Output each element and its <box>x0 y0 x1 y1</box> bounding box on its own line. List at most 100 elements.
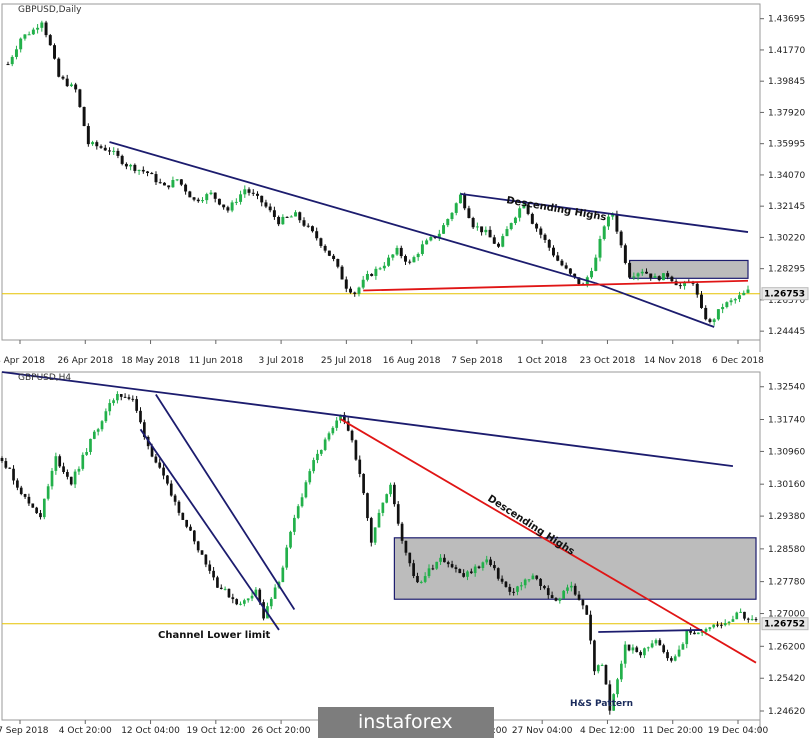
candle-body <box>53 45 56 59</box>
x-tick-label: 1 Oct 2018 <box>517 356 567 366</box>
candle-body <box>306 225 310 227</box>
candle-body <box>108 403 112 412</box>
y-tick-label: 1.30960 <box>768 447 805 457</box>
candle-body <box>208 564 212 571</box>
candle-body <box>177 501 181 513</box>
candle-body <box>353 292 357 294</box>
candle-body <box>272 210 276 217</box>
candle-body <box>204 554 208 565</box>
candle-body <box>179 179 183 185</box>
candle-body <box>27 496 31 504</box>
candle-body <box>100 421 104 430</box>
candle-body <box>264 202 268 207</box>
candle-body <box>294 212 298 217</box>
x-tick-label: 27 Sep 2018 <box>0 726 49 736</box>
x-tick-label: 19 Dec 04:00 <box>708 726 769 736</box>
candle-body <box>349 288 352 293</box>
candle-body <box>316 453 319 461</box>
candle-body <box>0 457 4 462</box>
candle-body <box>308 471 312 483</box>
candle-body <box>750 619 754 621</box>
candle-body <box>104 411 108 422</box>
candle-body <box>481 562 485 569</box>
candle-body <box>235 599 239 605</box>
x-tick-label: 11 Dec 20:00 <box>642 726 703 736</box>
candle-body <box>378 268 382 270</box>
candle-body <box>369 518 373 543</box>
candle-body <box>58 456 62 467</box>
candle-body <box>116 394 119 401</box>
candle-body <box>340 266 344 280</box>
candle-body <box>602 226 606 239</box>
candle-body <box>354 440 358 460</box>
candle-body <box>400 523 404 541</box>
candle-body <box>581 599 585 606</box>
x-tick-label: 16 Aug 2018 <box>383 356 441 366</box>
candle-body <box>631 647 635 651</box>
y-tick-label: 1.39845 <box>768 77 805 87</box>
candle-body <box>175 179 179 181</box>
candle-body <box>91 142 95 145</box>
current-price-label: 1.26752 <box>764 620 805 630</box>
candle-body <box>619 231 623 246</box>
candle-body <box>336 259 340 267</box>
candle-body <box>530 213 534 224</box>
candle-body <box>256 193 259 196</box>
candle-body <box>754 619 758 621</box>
candle-body <box>234 201 238 203</box>
y-tick-label: 1.24620 <box>768 707 805 717</box>
candle-body <box>167 185 171 188</box>
y-tick-label: 1.24445 <box>768 327 805 337</box>
x-tick-label: 26 Apr 2018 <box>57 356 113 366</box>
candle-body <box>399 247 403 257</box>
candle-body <box>429 237 433 241</box>
instaforex-watermark: instaforex <box>358 711 453 733</box>
candle-body <box>501 236 505 247</box>
candle-body <box>731 619 735 622</box>
candle-body <box>678 285 682 287</box>
candle-body <box>543 586 546 589</box>
candle-body <box>635 647 639 653</box>
candle-body <box>604 665 608 685</box>
candle-body <box>539 578 542 587</box>
candle-body <box>577 594 581 600</box>
candle-body <box>727 621 731 624</box>
candle-body <box>296 506 300 518</box>
x-tick-label: 26 Oct 20:00 <box>252 726 311 736</box>
candle-body <box>466 571 469 577</box>
candle-body <box>77 468 81 472</box>
candle-body <box>129 164 133 167</box>
candle-body <box>319 449 323 454</box>
candle-body <box>81 454 85 469</box>
candle-body <box>505 229 509 237</box>
candle-body <box>298 212 302 221</box>
candle-body <box>696 632 700 635</box>
candle-body <box>36 27 40 30</box>
candle-body <box>573 585 577 595</box>
candle-body <box>504 581 508 587</box>
candle-body <box>312 460 315 472</box>
candle-body <box>412 257 416 263</box>
candle-body <box>212 570 215 578</box>
candle-body <box>226 207 230 211</box>
x-tick-label: 23 Oct 2018 <box>580 356 636 366</box>
candle-body <box>594 257 598 271</box>
candle-body <box>57 58 61 77</box>
y-tick-label: 1.41770 <box>768 46 805 56</box>
candle-body <box>46 486 50 499</box>
candle-body <box>620 663 623 680</box>
candle-body <box>193 530 196 542</box>
candle-body <box>141 169 145 172</box>
x-tick-label: 25 Jul 2018 <box>321 356 372 366</box>
candle-body <box>636 273 640 277</box>
candle-body <box>31 29 35 35</box>
candle-body <box>31 503 35 508</box>
candle-body <box>231 597 235 600</box>
candle-body <box>462 573 465 577</box>
candle-body <box>463 194 467 209</box>
candle-body <box>473 566 477 574</box>
candle-body <box>250 595 254 599</box>
candle-body <box>123 396 127 398</box>
candle-body <box>222 204 226 208</box>
candle-body <box>362 473 365 494</box>
